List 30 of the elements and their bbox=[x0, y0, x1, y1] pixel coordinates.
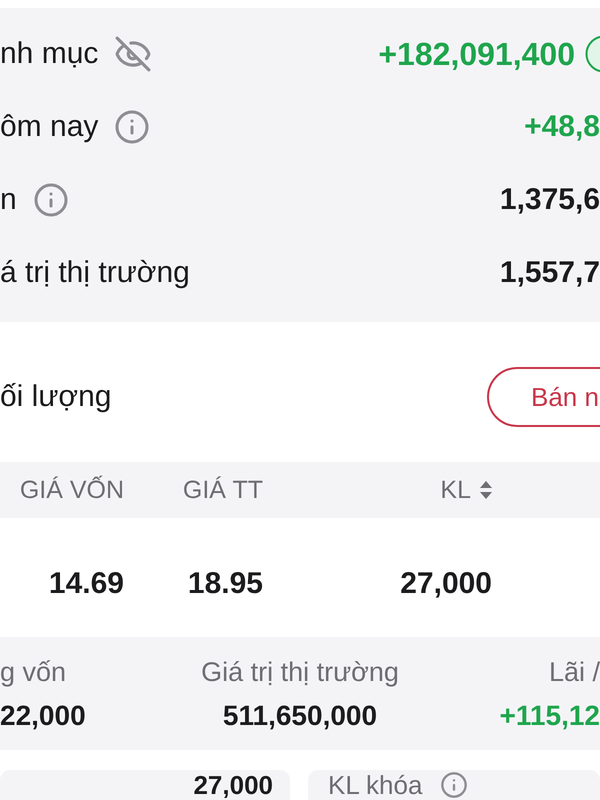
overview-label: á trị thị trường bbox=[0, 256, 190, 290]
summary-label: Giá trị thị trường bbox=[201, 657, 399, 687]
sell-button[interactable]: Bán n bbox=[487, 367, 600, 427]
column-header: GIÁ TT bbox=[182, 475, 263, 505]
summary-value: +115,12 bbox=[500, 701, 600, 731]
overview-label: nh mục bbox=[0, 36, 98, 70]
table-cell: 14.69 bbox=[48, 566, 124, 600]
summary-label: g vốn bbox=[0, 657, 66, 687]
overview-label: n bbox=[0, 182, 17, 216]
overview-value: 1,375,6 bbox=[500, 182, 600, 218]
overview-value: 1,557,7 bbox=[500, 254, 600, 290]
table-cell: 27,000 bbox=[400, 566, 492, 600]
column-header: GIÁ VỐN bbox=[20, 475, 124, 505]
hidden-eye-icon[interactable] bbox=[114, 34, 152, 72]
overview-value: +182,091,400 bbox=[378, 36, 575, 72]
overview-label: ôm nay bbox=[0, 110, 98, 144]
section-title: ối lượng bbox=[0, 380, 112, 414]
info-icon[interactable] bbox=[440, 771, 468, 799]
summary-value: 511,650,000 bbox=[222, 701, 378, 731]
info-icon[interactable] bbox=[32, 182, 69, 218]
overview-value: +48,8 bbox=[524, 108, 600, 144]
round-badge-icon[interactable] bbox=[585, 34, 600, 72]
table-cell: 18.95 bbox=[188, 566, 263, 600]
card-label: KL khóa bbox=[328, 770, 422, 800]
summary-value: 22,000 bbox=[0, 701, 86, 731]
summary-label: Lãi / bbox=[548, 657, 600, 687]
sort-icon[interactable] bbox=[480, 481, 492, 499]
info-icon[interactable] bbox=[114, 108, 150, 144]
column-header[interactable]: KL bbox=[440, 475, 471, 505]
card-value: 27,000 bbox=[193, 770, 273, 800]
